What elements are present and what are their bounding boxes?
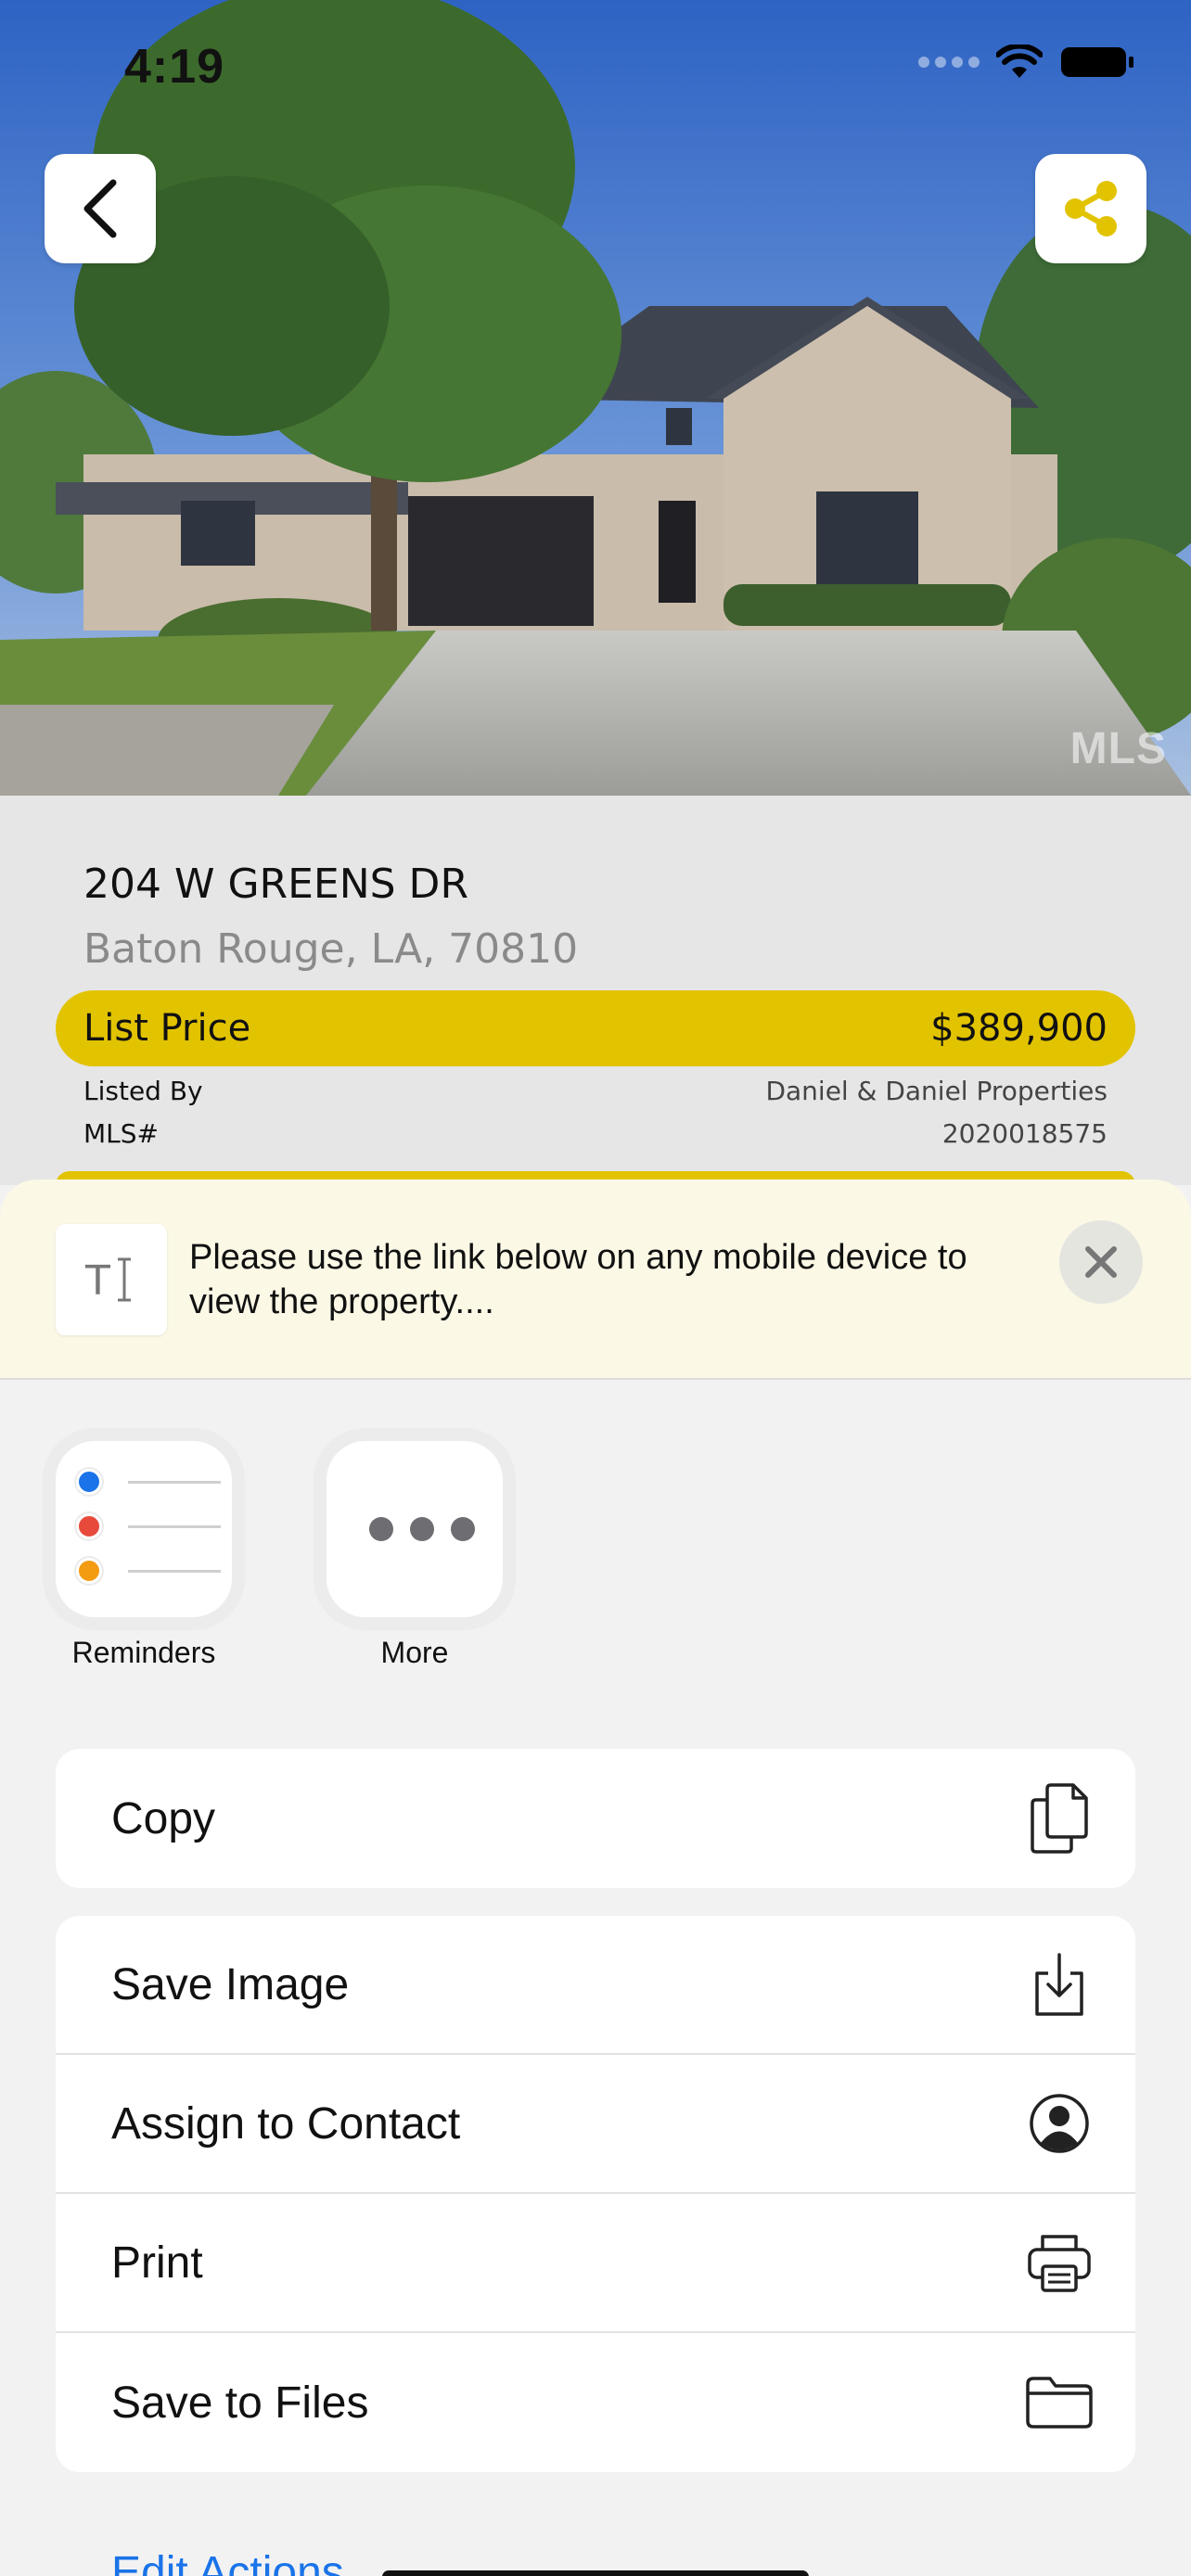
property-photo: 4:19 MLS bbox=[0, 0, 1191, 796]
wifi-icon bbox=[996, 45, 1043, 78]
print-label: Print bbox=[111, 2238, 203, 2288]
address-city: Baton Rouge, LA, 70810 bbox=[83, 925, 579, 973]
assign-contact-action[interactable]: Assign to Contact bbox=[56, 2055, 1135, 2194]
save-image-label: Save Image bbox=[111, 1959, 350, 2009]
close-button[interactable] bbox=[1059, 1220, 1143, 1304]
chevron-left-icon bbox=[83, 179, 117, 238]
svg-text:T: T bbox=[84, 1257, 110, 1305]
listed-by-row: Listed By Daniel & Daniel Properties bbox=[83, 1076, 1108, 1106]
assign-contact-label: Assign to Contact bbox=[111, 2098, 461, 2149]
text-preview-icon: T bbox=[56, 1224, 167, 1335]
status-time: 4:19 bbox=[124, 40, 225, 94]
share-icon bbox=[1065, 181, 1117, 236]
mls-value: 2020018575 bbox=[941, 1118, 1108, 1149]
save-files-label: Save to Files bbox=[111, 2378, 369, 2428]
close-icon bbox=[1085, 1246, 1117, 1278]
listed-by-label: Listed By bbox=[83, 1076, 203, 1106]
mls-label: MLS# bbox=[83, 1118, 159, 1149]
app-reminders[interactable]: Reminders bbox=[56, 1441, 232, 1670]
reminders-icon bbox=[56, 1441, 232, 1617]
printer-icon bbox=[1022, 2225, 1096, 2300]
actions-group: Save Image Assign to Contact Print Save … bbox=[56, 1916, 1135, 2472]
contact-icon bbox=[1022, 2086, 1096, 2161]
share-preview-header: T Please use the link below on any mobil… bbox=[0, 1180, 1191, 1380]
share-sheet: T Please use the link below on any mobil… bbox=[0, 1180, 1191, 2576]
list-price-bar: List Price $389,900 bbox=[56, 990, 1135, 1066]
more-icon bbox=[327, 1441, 503, 1617]
save-image-action[interactable]: Save Image bbox=[56, 1916, 1135, 2055]
edit-actions-link[interactable]: Edit Actions... bbox=[111, 2547, 381, 2576]
list-price-value: $389,900 bbox=[930, 1007, 1108, 1050]
home-indicator[interactable] bbox=[382, 2570, 809, 2576]
share-preview-text: Please use the link below on any mobile … bbox=[189, 1238, 967, 1321]
download-icon bbox=[1022, 1947, 1096, 2021]
battery-icon bbox=[1061, 47, 1133, 77]
app-more[interactable]: More bbox=[327, 1441, 503, 1670]
folder-icon bbox=[1022, 2366, 1096, 2440]
save-files-action[interactable]: Save to Files bbox=[56, 2333, 1135, 2472]
list-price-label: List Price bbox=[83, 1007, 251, 1050]
status-indicators bbox=[918, 45, 1135, 80]
address-street: 204 W GREENS DR bbox=[83, 861, 469, 908]
app-label: More bbox=[380, 1636, 449, 1669]
mls-row: MLS# 2020018575 bbox=[83, 1118, 1108, 1149]
print-action[interactable]: Print bbox=[56, 2194, 1135, 2333]
mls-watermark: MLS bbox=[1069, 724, 1167, 773]
share-button[interactable] bbox=[1035, 154, 1146, 263]
listed-by-value: Daniel & Daniel Properties bbox=[765, 1076, 1108, 1106]
copy-action[interactable]: Copy bbox=[56, 1749, 1135, 1888]
app-label: Reminders bbox=[71, 1636, 216, 1669]
copy-icon bbox=[1022, 1781, 1096, 1855]
signal-icon bbox=[918, 57, 980, 68]
copy-label: Copy bbox=[111, 1793, 216, 1843]
listing-details: 204 W GREENS DR Baton Rouge, LA, 70810 L… bbox=[0, 796, 1191, 1199]
back-button[interactable] bbox=[45, 154, 156, 263]
copy-group: Copy bbox=[56, 1749, 1135, 1888]
